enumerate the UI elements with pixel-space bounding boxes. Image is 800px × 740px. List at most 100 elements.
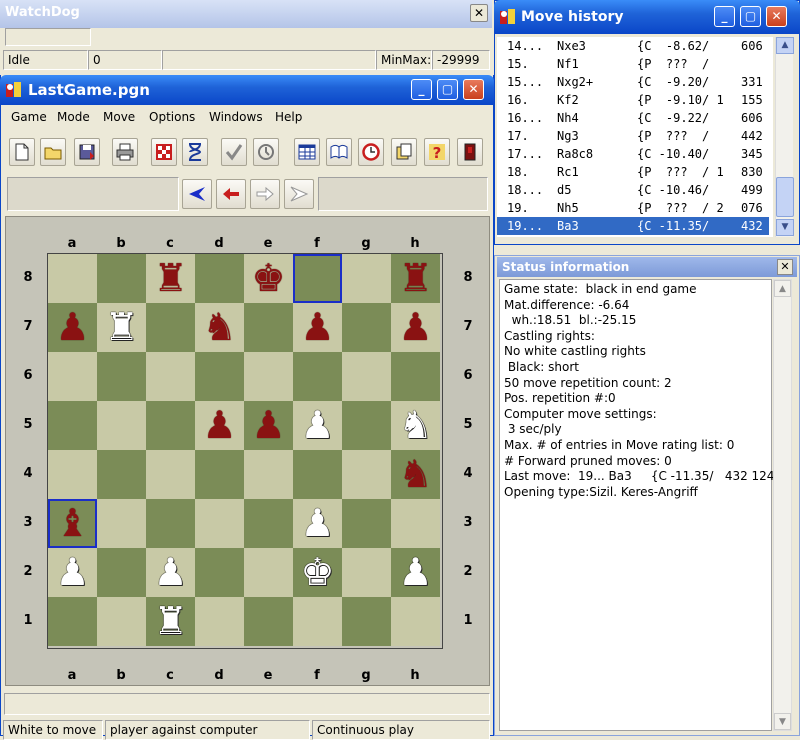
scroll-up-button[interactable]: ▲ [776,37,794,54]
square-f6[interactable] [293,352,342,401]
square-c3[interactable] [146,499,195,548]
move-history-row[interactable]: 14... Nxe3 {C -8.62/606 [497,37,769,55]
table-button[interactable] [294,138,320,166]
analysis-button[interactable] [253,138,279,166]
scroll-down-button[interactable]: ▼ [776,219,794,236]
black-king-e8[interactable]: ♚ [244,254,293,303]
square-g2[interactable] [342,548,391,597]
square-c6[interactable] [146,352,195,401]
square-a8[interactable] [48,254,97,303]
square-a5[interactable] [48,401,97,450]
square-g6[interactable] [342,352,391,401]
next-move-button[interactable] [250,179,280,209]
move-history-row[interactable]: 18... d5 {C -10.46/499 [497,181,769,199]
square-b3[interactable] [97,499,146,548]
black-rook-c8[interactable]: ♜ [146,254,195,303]
previous-move-button[interactable] [216,179,246,209]
square-e2[interactable] [244,548,293,597]
last-move-button[interactable] [284,179,314,209]
square-g3[interactable] [342,499,391,548]
status-info-scrollbar[interactable]: ▲ ▼ [773,279,792,731]
game-window-titlebar[interactable]: LastGame.pgn _ ▢ ✕ [0,75,494,105]
menu-game[interactable]: Game [11,110,47,124]
square-b5[interactable] [97,401,146,450]
white-rook-b7[interactable]: ♜ [97,303,146,352]
square-b8[interactable] [97,254,146,303]
square-c4[interactable] [146,450,195,499]
move-history-minimize-button[interactable]: _ [714,6,735,27]
black-knight-h4[interactable]: ♞ [391,450,440,499]
white-pawn-a2[interactable]: ♟ [48,548,97,597]
move-history-list[interactable]: 14... Nxe3 {C -8.62/606 15. Nf1 {P ??? / 15...… [497,37,773,237]
move-history-row[interactable]: 18. Rc1 {P ??? / 1 830 [497,163,769,181]
move-history-row[interactable]: 17... Ra8c8 {C -10.40/345 [497,145,769,163]
square-e7[interactable] [244,303,293,352]
exit-button[interactable] [457,138,483,166]
status-info-close-button[interactable]: ✕ [777,259,793,275]
status-info-titlebar[interactable]: Status information ✕ [497,257,797,277]
square-c5[interactable] [146,401,195,450]
check-button[interactable] [221,138,247,166]
menu-windows[interactable]: Windows [209,110,263,124]
square-e3[interactable] [244,499,293,548]
square-d8[interactable] [195,254,244,303]
black-bishop-a3[interactable]: ♝ [48,499,97,548]
move-history-row[interactable]: 17. Ng3 {P ??? / 442 [497,127,769,145]
book-button[interactable] [326,138,352,166]
black-rook-h8[interactable]: ♜ [391,254,440,303]
move-history-row[interactable]: 15... Nxg2+ {C -9.20/331 [497,73,769,91]
white-pawn-f3[interactable]: ♟ [293,499,342,548]
square-d3[interactable] [195,499,244,548]
square-a4[interactable] [48,450,97,499]
move-history-row[interactable]: 16. Kf2 {P -9.10/ 1 155 [497,91,769,109]
square-h6[interactable] [391,352,440,401]
time-button[interactable] [182,138,208,166]
menu-help[interactable]: Help [275,110,302,124]
scroll-thumb[interactable] [776,177,794,217]
white-pawn-h2[interactable]: ♟ [391,548,440,597]
square-e4[interactable] [244,450,293,499]
move-history-titlebar[interactable]: Move history _ ▢ ✕ [494,0,800,34]
move-history-row[interactable]: 19. Nh5 {P ??? / 2 076 [497,199,769,217]
minimize-button[interactable]: _ [411,79,432,100]
watchdog-close-button[interactable]: ✕ [470,4,488,22]
square-h1[interactable] [391,597,440,646]
square-g1[interactable] [342,597,391,646]
black-pawn-f7[interactable]: ♟ [293,303,342,352]
black-pawn-d5[interactable]: ♟ [195,401,244,450]
move-history-row[interactable]: 19... Ba3 {C -11.35/432 [497,217,769,235]
square-f4[interactable] [293,450,342,499]
square-g8[interactable] [342,254,391,303]
black-knight-d7[interactable]: ♞ [195,303,244,352]
copy-button[interactable] [391,138,417,166]
square-d6[interactable] [195,352,244,401]
save-button[interactable] [74,138,100,166]
clock-button[interactable] [358,138,384,166]
print-button[interactable] [112,138,138,166]
square-f8[interactable] [293,254,342,303]
square-f1[interactable] [293,597,342,646]
square-b4[interactable] [97,450,146,499]
menu-options[interactable]: Options [149,110,195,124]
square-d4[interactable] [195,450,244,499]
square-g5[interactable] [342,401,391,450]
square-g7[interactable] [342,303,391,352]
square-b2[interactable] [97,548,146,597]
status-scroll-down-button[interactable]: ▼ [774,713,791,730]
black-pawn-a7[interactable]: ♟ [48,303,97,352]
square-d1[interactable] [195,597,244,646]
square-d2[interactable] [195,548,244,597]
first-move-button[interactable] [182,179,212,209]
white-pawn-f5[interactable]: ♟ [293,401,342,450]
square-e6[interactable] [244,352,293,401]
close-button[interactable]: ✕ [463,79,484,100]
square-h3[interactable] [391,499,440,548]
move-history-row[interactable]: 16... Nh4 {C -9.22/606 [497,109,769,127]
chess-board[interactable]: ♜ ♚ ♜ ♟ ♜ ♞ ♟ ♟ ♟ ♟ ♟ ♞ ♞ ♝ ♟ ♟ ♟ ♚ ♟ ♜ [47,253,443,649]
white-rook-c1[interactable]: ♜ [146,597,195,646]
square-c7[interactable] [146,303,195,352]
open-button[interactable] [40,138,66,166]
square-b1[interactable] [97,597,146,646]
white-pawn-c2[interactable]: ♟ [146,548,195,597]
square-a1[interactable] [48,597,97,646]
